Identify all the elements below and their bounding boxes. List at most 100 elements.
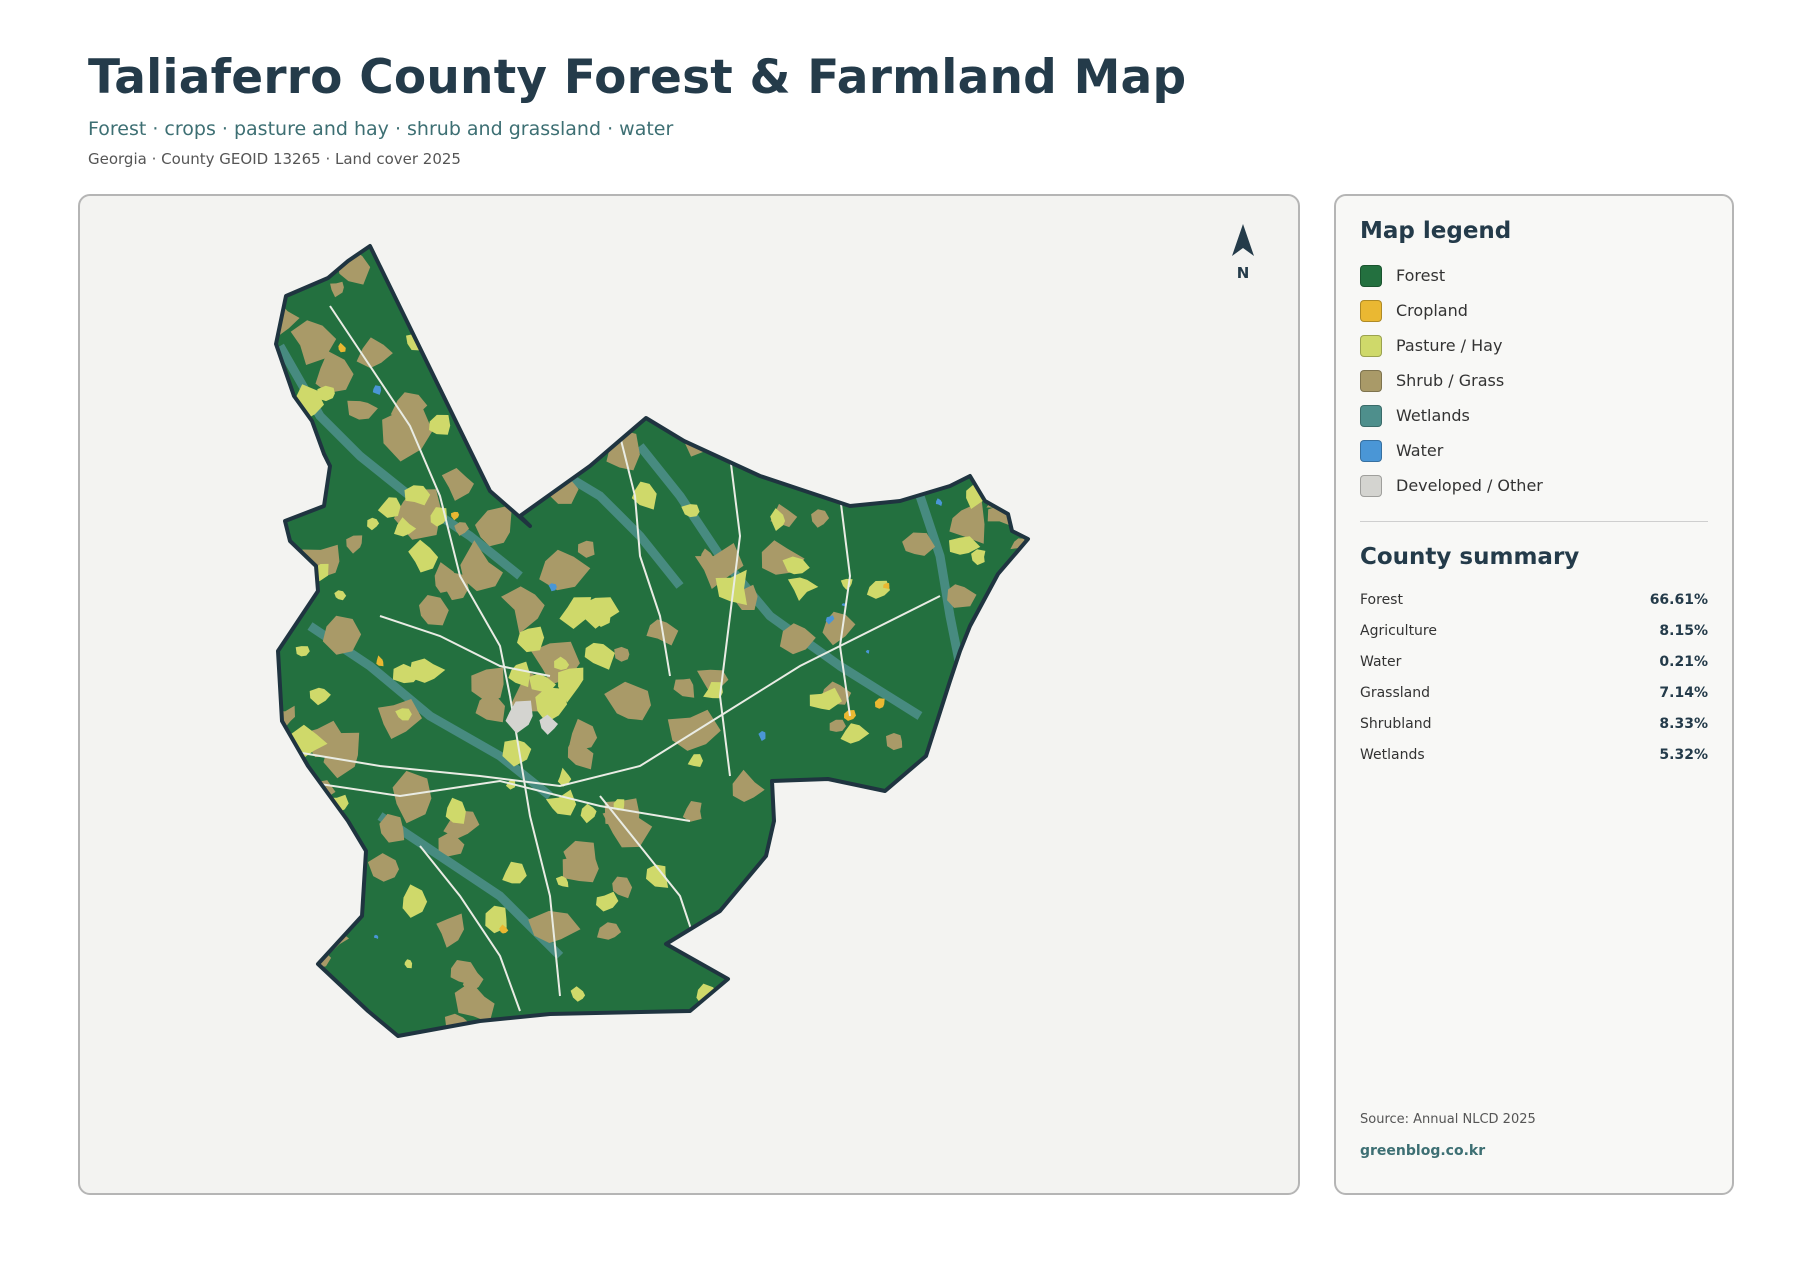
shrub-patch <box>782 419 817 450</box>
shrub-patch <box>988 345 1022 369</box>
legend-title: Map legend <box>1360 218 1512 244</box>
pasture-patch <box>976 317 990 333</box>
shrub-patch <box>525 324 546 343</box>
summary-label: Wetlands <box>1360 746 1425 763</box>
pasture-patch <box>699 260 732 290</box>
cropland-patch <box>929 798 937 806</box>
north-arrow-icon <box>1232 224 1254 256</box>
water-patch <box>690 411 697 421</box>
pasture-patch <box>643 303 666 323</box>
legend-item: Cropland <box>1360 293 1708 328</box>
brand-link[interactable]: greenblog.co.kr <box>1360 1143 1536 1159</box>
cropland-patch <box>957 868 963 876</box>
shrub-patch <box>331 879 355 912</box>
legend-label: Wetlands <box>1396 406 1470 425</box>
shrub-patch <box>912 826 952 865</box>
pasture-patch <box>798 305 816 321</box>
legend-label: Shrub / Grass <box>1396 371 1505 390</box>
shrub-patch <box>832 855 856 871</box>
legend-swatch <box>1360 474 1382 497</box>
legend-swatch <box>1360 404 1382 427</box>
shrub-patch <box>764 966 791 987</box>
summary-label: Water <box>1360 653 1402 670</box>
shrub-patch <box>748 356 801 397</box>
water-patch <box>919 429 929 437</box>
shrub-patch <box>977 992 1005 1018</box>
shrub-patch <box>860 424 883 445</box>
legend-swatch <box>1360 299 1382 322</box>
shrub-patch <box>717 921 745 950</box>
summary-value: 7.14% <box>1659 684 1708 701</box>
county-map[interactable] <box>80 196 1300 1195</box>
shrub-patch <box>782 445 799 464</box>
summary-row: Shrubland 8.33% <box>1360 708 1708 739</box>
legend-label: Cropland <box>1396 301 1468 320</box>
legend-item: Shrub / Grass <box>1360 363 1708 398</box>
legend-label: Developed / Other <box>1396 476 1543 495</box>
source-text: Source: Annual NLCD 2025 <box>1360 1112 1536 1127</box>
shrub-patch <box>473 361 524 406</box>
pasture-patch <box>918 378 932 392</box>
shrub-patch <box>866 789 891 815</box>
north-arrow: N <box>1220 222 1266 282</box>
page-title: Taliaferro County Forest & Farmland Map <box>88 50 1187 105</box>
shrub-patch <box>293 454 326 479</box>
shrub-patch <box>685 298 726 341</box>
summary-value: 0.21% <box>1659 653 1708 670</box>
pasture-patch <box>954 909 967 919</box>
shrub-patch <box>562 854 599 883</box>
legend-label: Pasture / Hay <box>1396 336 1503 355</box>
shrub-patch <box>981 856 1028 893</box>
pasture-patch <box>831 382 858 412</box>
shrub-patch <box>750 952 794 1004</box>
shrub-patch <box>963 874 988 898</box>
county-summary: Forest 66.61% Agriculture 8.15% Water 0.21% Gr… <box>1360 584 1708 770</box>
summary-label: Grassland <box>1360 684 1430 701</box>
divider <box>1360 521 1708 522</box>
shrub-patch <box>611 407 632 430</box>
summary-row: Wetlands 5.32% <box>1360 739 1708 770</box>
forest-area <box>276 246 1028 1036</box>
pasture-patch <box>763 432 782 455</box>
pasture-patch <box>942 879 956 892</box>
cropland-patch <box>818 796 825 803</box>
shrub-patch <box>889 274 923 302</box>
pasture-patch <box>646 282 675 302</box>
legend-item: Water <box>1360 433 1708 468</box>
pasture-patch <box>609 375 634 399</box>
summary-row: Agriculture 8.15% <box>1360 615 1708 646</box>
shrub-patch <box>743 277 760 291</box>
pasture-patch <box>505 440 516 450</box>
shrub-patch <box>695 397 715 423</box>
north-label: N <box>1236 264 1250 282</box>
summary-label: Shrubland <box>1360 715 1432 732</box>
pasture-patch <box>857 851 888 878</box>
page-meta: Georgia · County GEOID 13265 · Land cove… <box>88 150 461 168</box>
legend-item: Pasture / Hay <box>1360 328 1708 363</box>
pasture-patch <box>941 301 966 330</box>
shrub-patch <box>962 962 982 979</box>
shrub-patch <box>981 869 1028 921</box>
summary-row: Water 0.21% <box>1360 646 1708 677</box>
summary-row: Forest 66.61% <box>1360 584 1708 615</box>
pasture-patch <box>599 350 628 374</box>
shrub-patch <box>933 303 952 334</box>
pasture-patch <box>901 809 925 830</box>
pasture-patch <box>855 869 869 879</box>
shrub-patch <box>755 921 784 943</box>
pasture-patch <box>730 357 754 386</box>
legend-swatch <box>1360 439 1382 462</box>
summary-label: Agriculture <box>1360 622 1437 639</box>
legend-label: Forest <box>1396 266 1446 285</box>
pasture-patch <box>802 322 822 341</box>
shrub-patch <box>968 272 998 300</box>
summary-row: Grassland 7.14% <box>1360 677 1708 708</box>
page-subtitle: Forest · crops · pasture and hay · shrub… <box>88 118 674 140</box>
legend-item: Wetlands <box>1360 398 1708 433</box>
legend-swatch <box>1360 334 1382 357</box>
summary-title: County summary <box>1360 544 1580 570</box>
pasture-patch <box>848 950 867 971</box>
shrub-patch <box>867 345 907 378</box>
map-panel[interactable] <box>78 194 1300 1195</box>
summary-value: 66.61% <box>1649 591 1708 608</box>
